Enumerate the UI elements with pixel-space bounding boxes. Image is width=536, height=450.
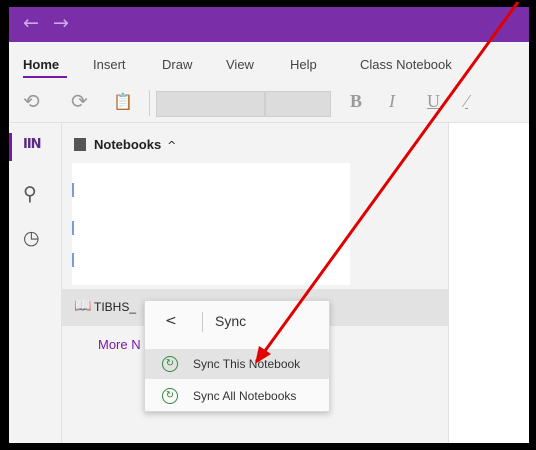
sync-context-menu: < Sync ↻ Sync This Notebook ↻ Sync All N… (144, 300, 330, 412)
menu-item-label: Sync This Notebook (193, 357, 301, 371)
clipboard-icon[interactable]: 📋 (113, 92, 133, 111)
font-family-dropdown[interactable] (156, 91, 265, 117)
notebooks-header-label: Notebooks (94, 137, 162, 152)
page-canvas[interactable] (449, 123, 529, 443)
tab-insert[interactable]: Insert (93, 57, 126, 72)
toolbar-divider (149, 90, 150, 116)
search-icon[interactable]: ⚲ (23, 183, 37, 205)
tab-class-notebook[interactable]: Class Notebook (360, 57, 452, 72)
forward-arrow-icon[interactable]: → (53, 12, 69, 34)
notebook-sync-error-icon: 📖 (74, 298, 92, 314)
notebook-color-tab (72, 253, 74, 267)
notebook-color-tab (72, 221, 74, 235)
notebook-list-icon (74, 138, 86, 151)
sync-this-notebook-item[interactable]: ↻ Sync This Notebook (145, 349, 329, 379)
menu-divider (202, 312, 203, 332)
bold-button[interactable]: B (350, 91, 362, 112)
chevron-up-icon: ^ (167, 139, 177, 152)
onenote-window: ← → Home Insert Draw View Help Class Not… (9, 7, 529, 443)
active-tab-indicator (23, 76, 67, 78)
sync-icon: ↻ (162, 356, 178, 372)
ribbon-toolbar: ⟲ ⟳ 📋 B I U ⁄ (9, 84, 529, 123)
notebooks-icon[interactable]: IIN (23, 137, 42, 152)
navigation-rail: IIN ⚲ ◷ (9, 123, 62, 443)
menu-item-label: Sync All Notebooks (193, 389, 297, 403)
font-size-dropdown[interactable] (265, 91, 331, 117)
back-chevron-icon[interactable]: < (165, 313, 177, 329)
sync-all-notebooks-item[interactable]: ↻ Sync All Notebooks (145, 381, 329, 411)
italic-button[interactable]: I (389, 91, 395, 112)
highlighter-icon[interactable]: ⁄ (465, 91, 468, 112)
recent-icon[interactable]: ◷ (23, 227, 40, 249)
notebook-color-tab (72, 183, 74, 197)
sync-menu-header: < Sync (145, 301, 329, 343)
ribbon-tabs: Home Insert Draw View Help Class Noteboo… (9, 42, 529, 84)
redo-icon[interactable]: ⟳ (71, 89, 88, 113)
sync-menu-title: Sync (215, 313, 247, 329)
undo-icon[interactable]: ⟲ (23, 89, 40, 113)
back-arrow-icon[interactable]: ← (23, 12, 39, 34)
underline-button[interactable]: U (427, 91, 440, 112)
tab-help[interactable]: Help (290, 57, 317, 72)
redacted-notebook-list (72, 163, 350, 285)
tab-home[interactable]: Home (23, 57, 59, 72)
notebooks-header[interactable]: Notebooks ^ (74, 137, 176, 152)
tab-view[interactable]: View (226, 57, 254, 72)
title-bar: ← → (9, 7, 529, 42)
notebook-name: TIBHS_ (94, 300, 137, 314)
more-notebooks-link[interactable]: More N (98, 337, 141, 352)
sync-icon: ↻ (162, 388, 178, 404)
tab-draw[interactable]: Draw (162, 57, 192, 72)
rail-selection-indicator (9, 133, 12, 161)
